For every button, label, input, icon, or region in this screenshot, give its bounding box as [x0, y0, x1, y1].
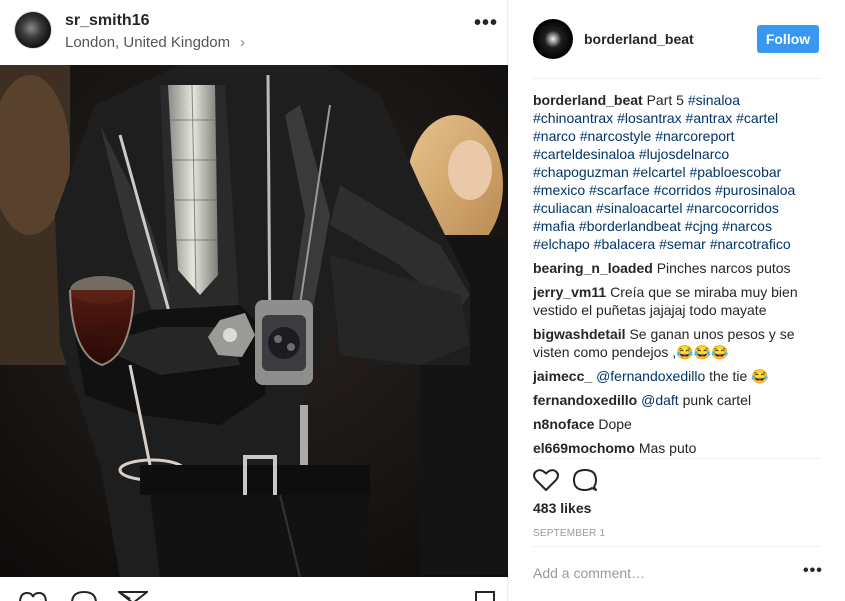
more-options-icon[interactable]: •••: [803, 563, 823, 579]
hashtag-link[interactable]: #narcostyle: [580, 128, 652, 144]
hashtag-link[interactable]: #cjng: [685, 218, 718, 234]
post-caption: borderland_beat Part 5 #sinaloa #chinoan…: [533, 91, 823, 253]
comment-item: el669mochomo Mas puto: [533, 439, 823, 457]
comment-item: jerry_vm11 Creía que se miraba muy bien …: [533, 283, 823, 319]
comment-item: fernandoxedillo @daft punk cartel: [533, 391, 823, 409]
post-header: sr_smith16 London, United Kingdom › •••: [0, 0, 508, 64]
hashtag-link[interactable]: #carteldesinaloa: [533, 146, 635, 162]
comment-text: punk cartel: [682, 392, 752, 408]
hashtag-link[interactable]: #narcotrafico: [710, 236, 791, 252]
comment-text: Pinches narcos putos: [656, 260, 791, 276]
comment-username[interactable]: bearing_n_loaded: [533, 260, 653, 276]
hashtag-link[interactable]: #pabloescobar: [689, 164, 781, 180]
comment-mention[interactable]: @daft: [641, 392, 679, 408]
avatar[interactable]: [14, 11, 52, 49]
hashtag-link[interactable]: #narco: [533, 128, 576, 144]
panel-header: borderland_beat Follow: [509, 0, 845, 78]
comment-item: jaimecc_ @fernandoxedillo the tie 😂: [533, 367, 823, 385]
hashtag-link[interactable]: #narcos: [722, 218, 772, 234]
hashtag-link[interactable]: #scarface: [589, 182, 650, 198]
more-options-icon[interactable]: •••: [474, 13, 498, 42]
hashtag-link[interactable]: #semar: [659, 236, 706, 252]
hashtag-link[interactable]: #elchapo: [533, 236, 590, 252]
hashtag-link[interactable]: #borderlandbeat: [579, 218, 681, 234]
hashtag-link[interactable]: #mafia: [533, 218, 575, 234]
hashtag-link[interactable]: #chapoguzman: [533, 164, 629, 180]
post-photo[interactable]: [0, 65, 508, 577]
header-divider: [533, 78, 821, 79]
hashtag-link[interactable]: #sinaloa: [688, 92, 740, 108]
comment-item: n8noface Dope: [533, 415, 823, 433]
post-detail-panel: borderland_beat Follow borderland_beat P…: [509, 0, 845, 601]
hashtag-link[interactable]: #chinoantrax: [533, 110, 613, 126]
add-comment-input[interactable]: Add a comment…: [533, 565, 645, 581]
post-username[interactable]: sr_smith16: [65, 12, 150, 30]
comment-username[interactable]: jaimecc_: [533, 368, 592, 384]
post-date: SEPTEMBER 1: [533, 528, 606, 539]
likes-count[interactable]: 483 likes: [533, 500, 591, 516]
panel-username[interactable]: borderland_beat: [584, 31, 694, 47]
hashtag-link[interactable]: #purosinaloa: [715, 182, 795, 198]
heart-icon[interactable]: [533, 468, 559, 492]
comment-username[interactable]: el669mochomo: [533, 440, 635, 456]
actions-divider: [533, 458, 821, 459]
hashtag-link[interactable]: #antrax: [686, 110, 733, 126]
hashtag-link[interactable]: #sinaloacartel: [596, 200, 682, 216]
comment-icon[interactable]: [70, 591, 98, 601]
comment-username[interactable]: fernandoxedillo: [533, 392, 637, 408]
follow-button[interactable]: Follow: [757, 25, 819, 53]
caption-text: Part 5: [646, 92, 684, 108]
comment-text: Dope: [598, 416, 632, 432]
comments-list: borderland_beat Part 5 #sinaloa #chinoan…: [533, 91, 823, 457]
paper-plane-icon[interactable]: [118, 591, 148, 601]
comment-mention[interactable]: @fernandoxedillo: [596, 368, 705, 384]
hashtag-link[interactable]: #narcocorridos: [686, 200, 779, 216]
chevron-right-icon: ›: [240, 34, 245, 51]
hashtag-link[interactable]: #balacera: [594, 236, 656, 252]
comment-username[interactable]: jerry_vm11: [533, 284, 606, 300]
comment-item: bearing_n_loaded Pinches narcos putos: [533, 259, 823, 277]
comment-icon[interactable]: [573, 468, 597, 492]
comment-text: the tie 😂: [709, 368, 769, 384]
post-action-bar: [0, 583, 508, 601]
caption-username[interactable]: borderland_beat: [533, 92, 643, 108]
feed-post: sr_smith16 London, United Kingdom › •••: [0, 0, 508, 601]
hashtag-link[interactable]: #elcartel: [633, 164, 686, 180]
hashtag-link[interactable]: #narcoreport: [655, 128, 734, 144]
comment-divider: [533, 546, 821, 547]
hashtag-link[interactable]: #losantrax: [617, 110, 682, 126]
hashtag-link[interactable]: #corridos: [654, 182, 712, 198]
hashtag-link[interactable]: #culiacan: [533, 200, 592, 216]
post-location[interactable]: London, United Kingdom: [65, 34, 230, 51]
comment-username[interactable]: n8noface: [533, 416, 594, 432]
heart-icon[interactable]: [18, 591, 48, 601]
hashtag-link[interactable]: #cartel: [736, 110, 778, 126]
avatar[interactable]: [533, 19, 573, 59]
panel-action-bar: [533, 466, 823, 494]
caption-hashtags: #sinaloa #chinoantrax #losantrax #antrax…: [533, 92, 795, 252]
hashtag-link[interactable]: #mexico: [533, 182, 585, 198]
bookmark-icon[interactable]: [474, 591, 496, 601]
comment-item: bigwashdetail Se ganan unos pesos y se v…: [533, 325, 823, 361]
comment-username[interactable]: bigwashdetail: [533, 326, 626, 342]
comment-text: Mas puto: [638, 440, 697, 456]
photo-illustration: [0, 65, 508, 577]
hashtag-link[interactable]: #lujosdelnarco: [639, 146, 729, 162]
